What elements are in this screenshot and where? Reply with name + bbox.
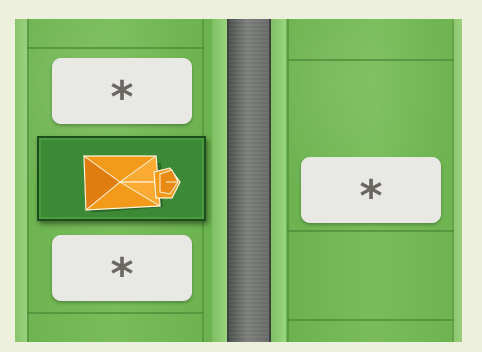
left-road-shoulder bbox=[212, 19, 227, 342]
empty-slot-asterisk: * bbox=[359, 171, 383, 222]
lot-divider bbox=[287, 319, 454, 321]
house-roof-icon bbox=[83, 154, 181, 212]
lot-divider bbox=[27, 19, 29, 342]
road bbox=[227, 19, 271, 342]
lot-divider bbox=[452, 19, 454, 342]
lot-divider bbox=[27, 312, 204, 314]
left-edge-strip bbox=[15, 19, 27, 342]
empty-slot-asterisk: * bbox=[110, 249, 134, 300]
empty-slot-asterisk: * bbox=[110, 72, 134, 123]
lot-divider bbox=[287, 19, 289, 342]
selected-house-lot[interactable] bbox=[37, 136, 206, 221]
game-board: * * * bbox=[15, 19, 462, 342]
empty-lot-slot-left-top[interactable]: * bbox=[52, 58, 192, 124]
right-road-shoulder bbox=[271, 19, 286, 342]
lot-divider bbox=[27, 47, 204, 49]
empty-lot-slot-left-bottom[interactable]: * bbox=[52, 235, 192, 301]
lot-divider bbox=[287, 230, 454, 232]
lot-divider bbox=[287, 59, 454, 61]
empty-lot-slot-right-middle[interactable]: * bbox=[301, 157, 441, 223]
